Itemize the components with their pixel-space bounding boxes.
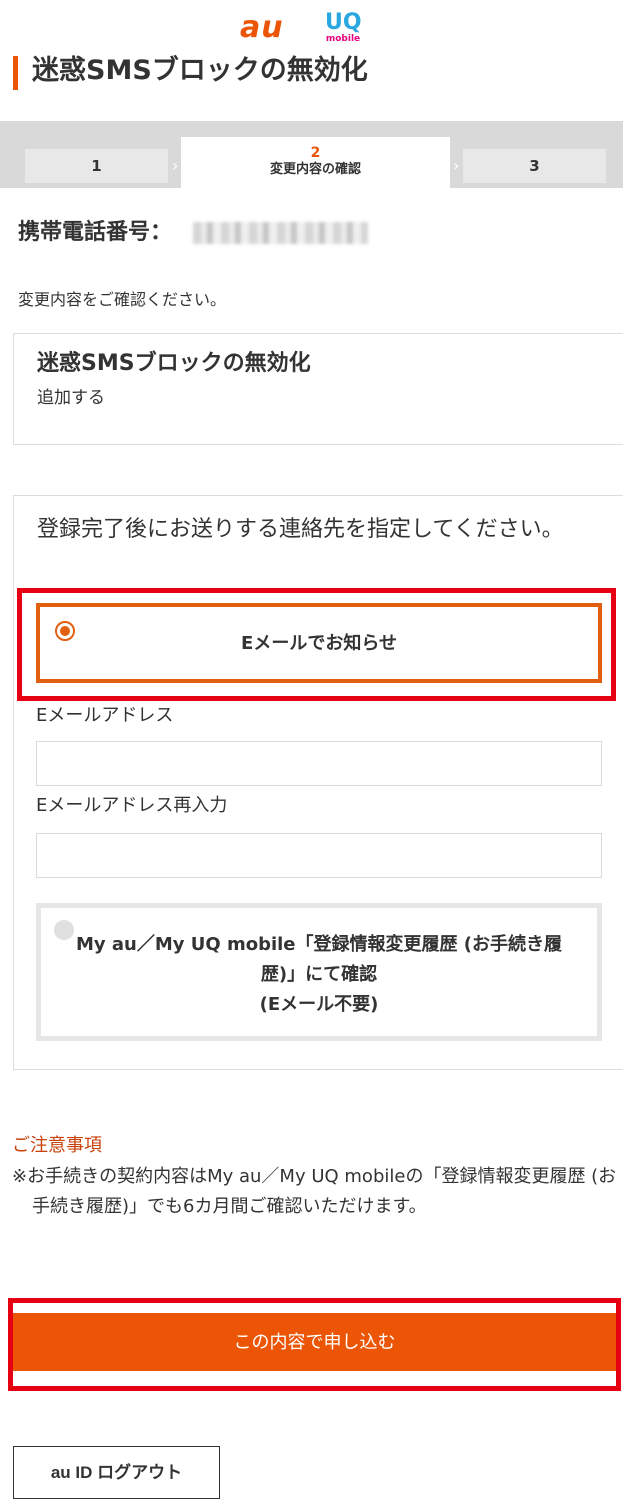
logout-button[interactable]: au ID ログアウト [13,1446,220,1499]
au-logo: au [240,10,284,45]
step-separator-icon: › [453,156,460,175]
uq-logo-subtext: mobile [325,34,361,44]
confirm-instruction: 変更内容をご確認ください。 [18,290,227,309]
notice-heading: ご注意事項 [12,1135,102,1156]
step-1: 1 [25,149,168,183]
uq-mobile-logo: UQ mobile [325,10,362,46]
progress-stepper: 1 › 2 変更内容の確認 › 3 [0,121,623,188]
header: au UQ mobile 迷惑SMSブロックの無効化 [0,0,623,118]
step-2-number: 2 [310,145,321,161]
email-confirm-label: Eメールアドレス再入力 [36,795,228,816]
step-3: 3 [463,149,606,183]
change-summary-box: 迷惑SMSブロックの無効化 追加する [13,333,623,445]
email-address-label: Eメールアドレス [36,705,174,726]
notice-text: ※お手続きの契約内容はMy au／My UQ mobileの「登録情報変更履歴 … [12,1166,617,1217]
step-separator-icon: › [172,156,179,175]
uq-logo-text: UQ [325,10,362,35]
email-address-input[interactable] [36,741,602,786]
myau-history-option-label: My au／My UQ mobile「登録情報変更履歴 (お手続き履歴)」にて確… [75,934,563,1015]
change-summary-detail: 追加する [37,388,105,408]
submit-button[interactable]: この内容で申し込む [13,1313,616,1371]
email-notify-option[interactable]: Eメールでお知らせ [36,603,602,683]
email-notify-option-label: Eメールでお知らせ [241,633,397,654]
phone-number-redacted [193,222,368,244]
change-summary-heading: 迷惑SMSブロックの無効化 [37,351,311,376]
email-confirm-input[interactable] [36,833,602,878]
phone-number-label: 携帯電話番号： [18,220,173,245]
page-title: 迷惑SMSブロックの無効化 [32,55,368,86]
title-accent-bar [13,56,18,90]
myau-history-option[interactable]: My au／My UQ mobile「登録情報変更履歴 (お手続き履歴)」にて確… [36,903,602,1041]
step-2-label: 変更内容の確認 [269,162,361,177]
step-2-current: 2 変更内容の確認 [181,137,450,188]
contact-method-question: 登録完了後にお送りする連絡先を指定してください。 [37,517,564,542]
